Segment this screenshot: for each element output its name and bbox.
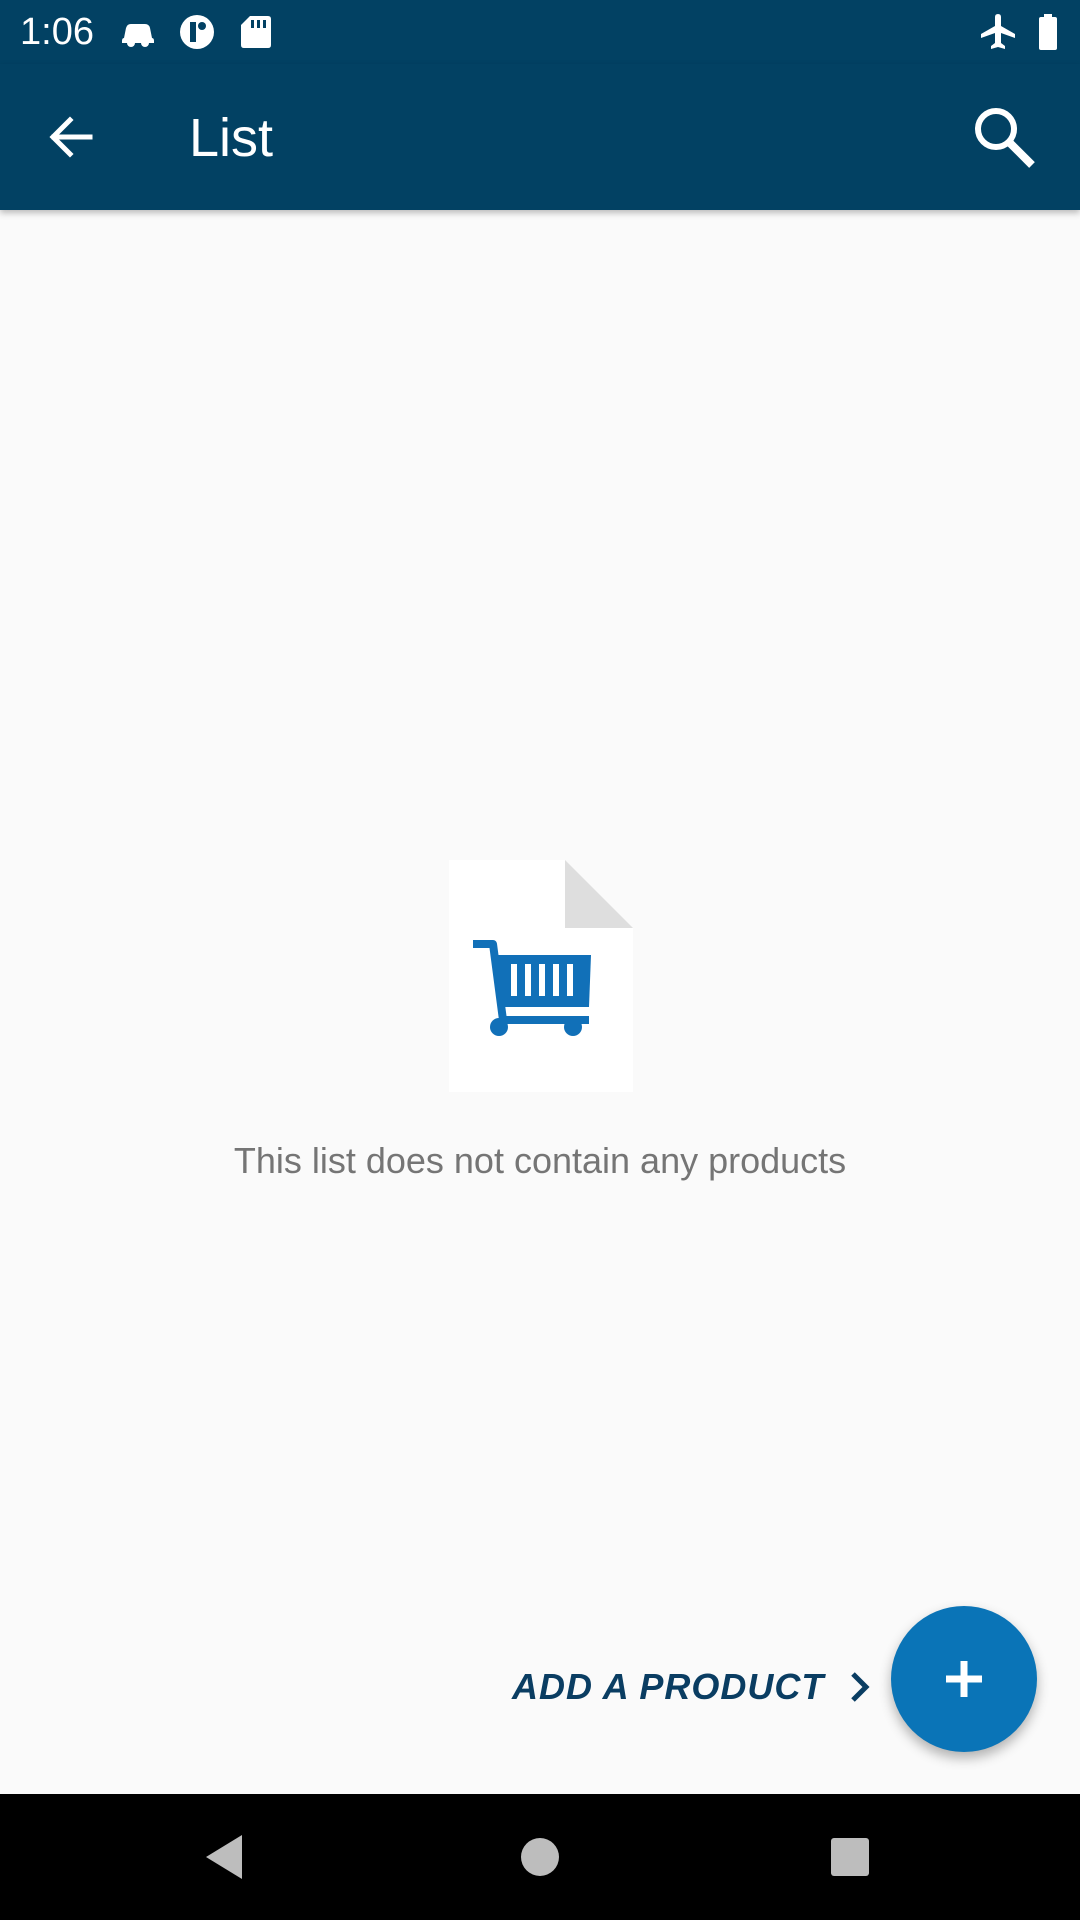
status-bar: 1:06 [0, 0, 1080, 64]
nav-back-icon[interactable] [196, 1827, 256, 1887]
sd-card-icon [236, 12, 276, 52]
navigation-bar [0, 1794, 1080, 1920]
search-icon[interactable] [970, 103, 1038, 171]
cart-document-icon [449, 860, 633, 1092]
add-fab-button[interactable] [891, 1606, 1037, 1752]
add-product-button[interactable]: ADD A PRODUCT [512, 1660, 878, 1714]
airplane-mode-icon [978, 12, 1018, 52]
chevron-right-icon [842, 1669, 878, 1705]
nav-recents-icon[interactable] [820, 1827, 880, 1887]
app-bar: List [0, 64, 1080, 210]
nav-home-icon[interactable] [510, 1827, 570, 1887]
data-saver-icon [177, 12, 217, 52]
screen: 1:06 List This list does not contain any… [0, 0, 1080, 1920]
battery-icon [1028, 12, 1068, 52]
page-title: List [189, 108, 274, 168]
arrow-back-icon[interactable] [42, 107, 102, 167]
car-icon [118, 12, 158, 52]
empty-state-message: This list does not contain any products [233, 1140, 847, 1181]
add-product-label: ADD A PRODUCT [512, 1666, 825, 1707]
plus-icon [946, 1661, 982, 1697]
status-time: 1:06 [20, 11, 94, 53]
